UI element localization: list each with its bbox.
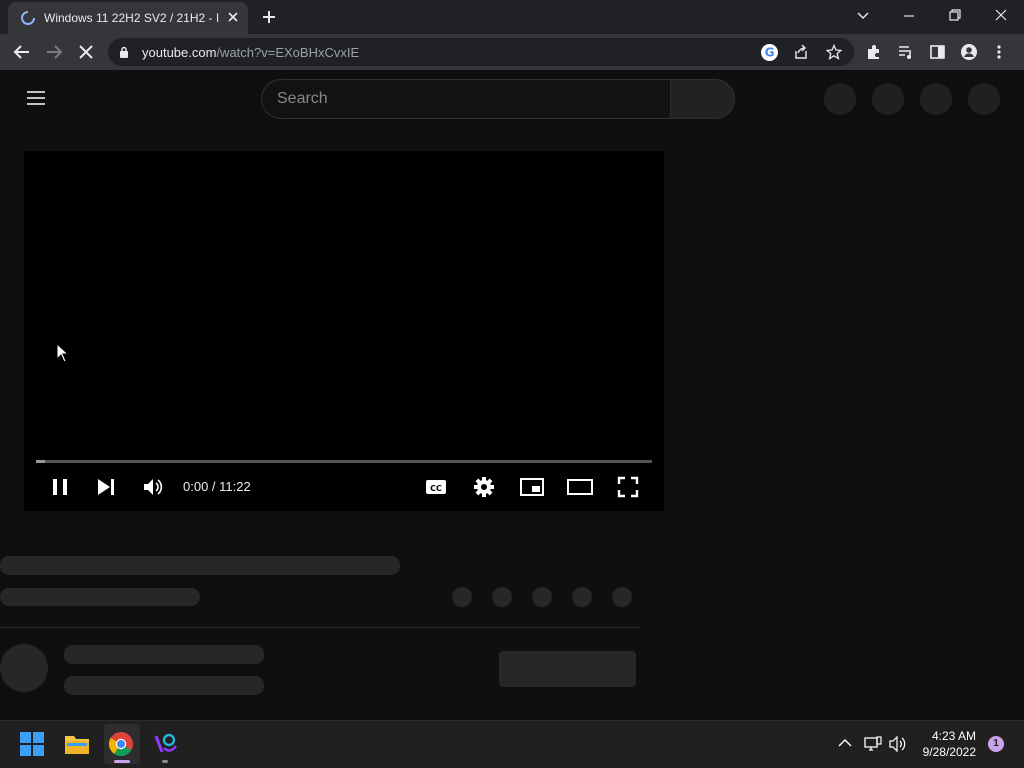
tab-title: Windows 11 22H2 SV2 / 21H2 - I (44, 11, 220, 25)
new-tab-button[interactable] (261, 9, 277, 25)
back-button[interactable] (13, 43, 31, 61)
action-placeholder-dot (452, 587, 472, 607)
loading-spinner-icon (20, 10, 36, 26)
close-tab-icon[interactable] (226, 10, 240, 24)
media-queue-icon[interactable] (898, 45, 914, 59)
divider (0, 627, 640, 628)
channel-subs-skeleton (64, 676, 264, 695)
clock-date[interactable]: 9/28/2022 (900, 745, 976, 759)
meta-skeleton (0, 588, 200, 606)
url-domain: youtube.com (142, 45, 217, 60)
network-icon[interactable] (864, 736, 882, 752)
svg-text:CC: CC (430, 484, 442, 493)
file-explorer-icon[interactable] (64, 732, 90, 756)
chevron-up-icon[interactable] (838, 737, 852, 749)
search-placeholder: Search (277, 90, 328, 107)
next-video-button[interactable] (96, 478, 116, 496)
svg-text:G: G (765, 46, 775, 60)
subscribe-button-skeleton (499, 651, 636, 687)
bookmark-star-icon[interactable] (826, 44, 842, 60)
action-placeholder-dot (572, 587, 592, 607)
search-button[interactable] (670, 79, 735, 119)
chrome-icon[interactable] (109, 732, 133, 756)
forward-button[interactable] (45, 43, 63, 61)
url-text: youtube.com/watch?v=EXoBHxCvxIE (142, 45, 359, 60)
progress-bar-played (36, 460, 45, 463)
time-display: 0:00 / 11:22 (183, 479, 251, 494)
captions-cc-icon[interactable]: CC (425, 478, 447, 496)
restore-button[interactable] (948, 8, 962, 22)
hamburger-menu-icon[interactable] (26, 90, 46, 106)
side-panel-icon[interactable] (930, 45, 945, 59)
fullscreen-icon[interactable] (617, 476, 639, 498)
action-placeholder-dot (492, 587, 512, 607)
progress-bar[interactable] (36, 460, 652, 463)
browser-tab[interactable]: Windows 11 22H2 SV2 / 21H2 - I (8, 2, 248, 34)
running-app-indicator (162, 760, 168, 763)
profile-icon[interactable] (961, 44, 977, 60)
header-placeholder-circle (968, 83, 1000, 115)
stop-loading-button[interactable] (78, 44, 94, 60)
mouse-cursor-icon (56, 343, 70, 363)
miniplayer-icon[interactable] (520, 478, 544, 496)
volume-icon[interactable] (143, 478, 165, 496)
app-icon[interactable] (152, 732, 178, 756)
close-window-button[interactable] (994, 8, 1008, 22)
tab-search-icon[interactable] (856, 8, 870, 22)
extensions-puzzle-icon[interactable] (866, 44, 882, 60)
share-icon[interactable] (793, 44, 809, 60)
kebab-menu-icon[interactable] (996, 44, 1002, 60)
clock-time[interactable]: 4:23 AM (900, 729, 976, 743)
settings-gear-icon[interactable] (473, 476, 495, 498)
theater-mode-icon[interactable] (567, 478, 593, 496)
minimize-button[interactable] (902, 9, 916, 23)
video-player[interactable] (24, 151, 664, 511)
notification-badge[interactable]: 1 (988, 736, 1004, 752)
action-placeholder-dot (532, 587, 552, 607)
active-app-indicator (114, 760, 130, 763)
header-placeholder-circle (872, 83, 904, 115)
header-placeholder-circle (920, 83, 952, 115)
header-placeholder-circle (824, 83, 856, 115)
channel-avatar-skeleton (0, 644, 48, 692)
windows-start-icon[interactable] (20, 732, 44, 756)
lock-icon[interactable] (119, 46, 129, 58)
channel-name-skeleton (64, 645, 264, 664)
google-icon[interactable]: G (761, 44, 778, 61)
action-placeholder-dot (612, 587, 632, 607)
title-skeleton (0, 556, 400, 575)
url-path: /watch?v=EXoBHxCvxIE (216, 45, 360, 60)
pause-button[interactable] (51, 478, 69, 496)
